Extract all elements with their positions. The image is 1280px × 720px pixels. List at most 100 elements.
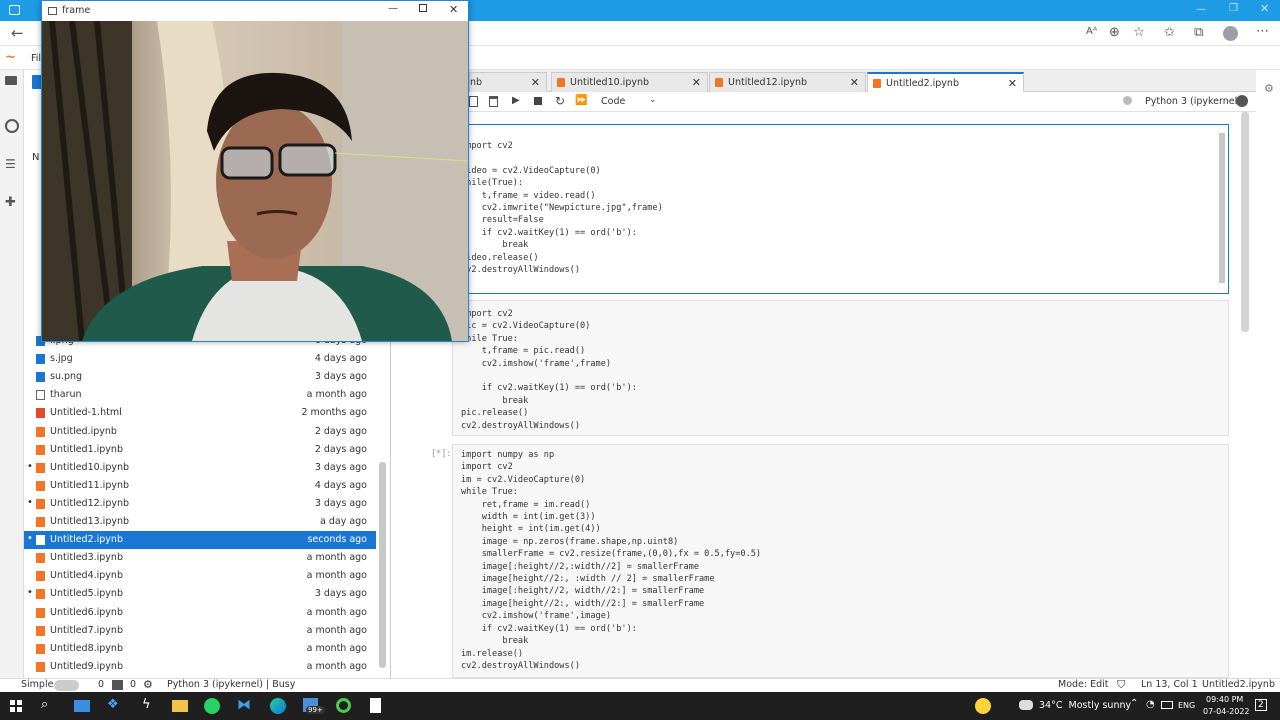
file-row[interactable]: tharun a month ago — [24, 386, 376, 404]
kernel-settings-icon[interactable] — [1123, 96, 1132, 105]
search-icon[interactable]: ⌕ — [41, 697, 48, 712]
file-row[interactable]: Untitled7.ipynb a month ago — [24, 622, 376, 640]
close-tab-icon[interactable]: ✕ — [531, 76, 540, 89]
weather-text[interactable]: 34°C Mostly sunny — [1039, 700, 1131, 711]
frame-maximize-icon[interactable] — [419, 4, 427, 12]
network-icon[interactable]: ◔ — [1146, 699, 1155, 710]
tab-untitled2[interactable]: Untitled2.ipynb ✕ — [867, 72, 1024, 92]
mail-icon[interactable] — [74, 700, 90, 712]
zoom-icon[interactable]: ⊕ — [1109, 25, 1120, 40]
edge-icon[interactable] — [270, 698, 286, 714]
toc-icon[interactable]: ☰ — [5, 157, 16, 171]
notebook-icon — [36, 643, 45, 654]
file-row[interactable]: Untitled1.ipynb 2 days ago — [24, 441, 376, 459]
app-ring-icon[interactable] — [336, 698, 351, 713]
running-icon[interactable] — [5, 119, 19, 133]
close-tab-icon[interactable]: ✕ — [850, 76, 859, 89]
file-row[interactable]: Untitled4.ipynb a month ago — [24, 567, 376, 585]
clock-date[interactable]: 07-04-2022 — [1203, 707, 1250, 716]
opencv-frame-window[interactable]: frame — ✕ — [41, 0, 469, 342]
file-list-scrollbar[interactable] — [379, 462, 386, 668]
cell-type-select[interactable]: Code — [601, 96, 625, 107]
file-row[interactable]: Untitled9.ipynb a month ago — [24, 658, 376, 676]
close-tab-icon[interactable]: ✕ — [692, 76, 701, 89]
kernel-name[interactable]: Python 3 (ipykernel) — [1145, 96, 1241, 107]
file-row[interactable]: Untitled8.ipynb a month ago — [24, 640, 376, 658]
file-row[interactable]: Untitled-1.html 2 months ago — [24, 404, 376, 422]
file-row[interactable]: Untitled11.ipynb 4 days ago — [24, 477, 376, 495]
bolt-icon[interactable]: ϟ — [142, 697, 151, 712]
kernel-status[interactable]: Python 3 (ipykernel) | Busy — [167, 679, 295, 690]
back-arrow-icon[interactable]: ← — [11, 24, 24, 42]
battery-icon[interactable] — [1161, 701, 1173, 709]
file-row[interactable]: • Untitled2.ipynb seconds ago — [24, 531, 376, 550]
language-indicator[interactable]: ENG — [1178, 701, 1195, 710]
file-row[interactable]: Untitled3.ipynb a month ago — [24, 549, 376, 567]
close-icon[interactable]: ✕ — [1260, 2, 1269, 15]
extensions-icon[interactable]: ✚ — [5, 195, 16, 210]
file-row[interactable]: Untitled13.ipynb a day ago — [24, 513, 376, 531]
frame-title-bar[interactable]: frame — ✕ — [42, 1, 468, 21]
paste-icon[interactable] — [489, 96, 498, 107]
interrupt-icon[interactable] — [534, 97, 542, 105]
cell-2-code[interactable]: import cv2 pic = cv2.VideoCapture(0) whi… — [453, 301, 1228, 432]
vscode-icon[interactable]: ⧓ — [237, 697, 251, 713]
frame-close-icon[interactable]: ✕ — [449, 3, 458, 16]
file-row[interactable]: Untitled.ipynb 2 days ago — [24, 423, 376, 441]
restart-icon[interactable]: ↻ — [555, 94, 565, 108]
file-name: Untitled3.ipynb — [50, 552, 123, 564]
notebook-scrollbar[interactable] — [1241, 112, 1249, 332]
frame-minimize-icon[interactable]: — — [388, 3, 398, 14]
file-row[interactable]: Untitled6.ipynb a month ago — [24, 604, 376, 622]
chevron-up-icon[interactable]: ⌃ — [1130, 698, 1138, 709]
tab-untitled10[interactable]: Untitled10.ipynb ✕ — [551, 72, 708, 92]
cell-1-code[interactable]: import cv2 video = cv2.VideoCapture(0) w… — [453, 125, 1228, 276]
notification-count[interactable]: 2 — [1255, 699, 1267, 711]
document-icon[interactable] — [370, 698, 381, 713]
terminal-count[interactable]: 0 — [98, 679, 104, 690]
tab-untitled12[interactable]: Untitled12.ipynb ✕ — [709, 72, 866, 92]
file-row[interactable]: s.jpg 4 days ago — [24, 350, 376, 368]
kernel-count[interactable]: 0 — [130, 679, 136, 690]
close-tab-icon[interactable]: ✕ — [1008, 77, 1017, 90]
clock-time[interactable]: 09:40 PM — [1206, 695, 1243, 704]
simple-mode-toggle[interactable] — [54, 680, 79, 691]
column-header-name[interactable]: N — [32, 152, 39, 163]
code-cell-2[interactable]: import cv2 pic = cv2.VideoCapture(0) whi… — [452, 300, 1229, 436]
read-aloud-icon[interactable]: Aᴬ — [1086, 26, 1097, 37]
code-cell-3[interactable]: import numpy as np import cv2 im = cv2.V… — [452, 444, 1229, 678]
notebook-icon — [36, 426, 45, 437]
profile-avatar[interactable] — [1223, 26, 1238, 41]
help-icon[interactable] — [975, 698, 991, 714]
notebook-icon — [36, 589, 45, 600]
cell-3-code[interactable]: import numpy as np import cv2 im = cv2.V… — [453, 445, 1228, 672]
favorites-icon[interactable]: ✩ — [1164, 25, 1175, 40]
start-icon[interactable] — [10, 700, 22, 712]
cell-1-scrollbar[interactable] — [1219, 133, 1225, 283]
simple-mode-label: Simple — [21, 679, 54, 690]
file-explorer-icon[interactable] — [172, 700, 188, 712]
file-row[interactable]: • Untitled10.ipynb 3 days ago — [24, 459, 376, 477]
minimize-icon[interactable]: — — [1196, 4, 1206, 15]
dropbox-icon[interactable]: ❖ — [107, 697, 119, 712]
file-row[interactable]: • Untitled5.ipynb 3 days ago — [24, 585, 376, 603]
add-favorite-icon[interactable]: ☆ — [1133, 25, 1145, 40]
menu-file[interactable]: Fil — [31, 53, 41, 64]
code-cell-1[interactable]: import cv2 video = cv2.VideoCapture(0) w… — [452, 124, 1229, 294]
maximize-icon[interactable]: ❐ — [1229, 3, 1238, 14]
chevron-down-icon[interactable]: ⌄ — [649, 95, 657, 105]
whatsapp-icon[interactable] — [204, 698, 220, 714]
file-row[interactable]: • Untitled12.ipynb 3 days ago — [24, 495, 376, 513]
tab-nb[interactable]: nb ✕ — [469, 72, 547, 92]
folder-icon[interactable] — [5, 76, 17, 85]
right-panel-icon[interactable]: ⚙ — [1264, 82, 1274, 95]
collections-icon[interactable]: ⧉ — [1194, 25, 1203, 40]
file-modified: a day ago — [320, 516, 367, 527]
copy-icon[interactable] — [469, 96, 478, 107]
restart-run-all-icon[interactable]: ⏩ — [575, 95, 587, 106]
settings-more-icon[interactable]: ⋯ — [1256, 24, 1269, 39]
file-row[interactable]: su.png 3 days ago — [24, 368, 376, 386]
run-icon[interactable]: ▶ — [512, 95, 520, 106]
tab-actions-icon[interactable] — [9, 5, 20, 15]
cursor-position[interactable]: Ln 13, Col 1 — [1141, 679, 1198, 690]
